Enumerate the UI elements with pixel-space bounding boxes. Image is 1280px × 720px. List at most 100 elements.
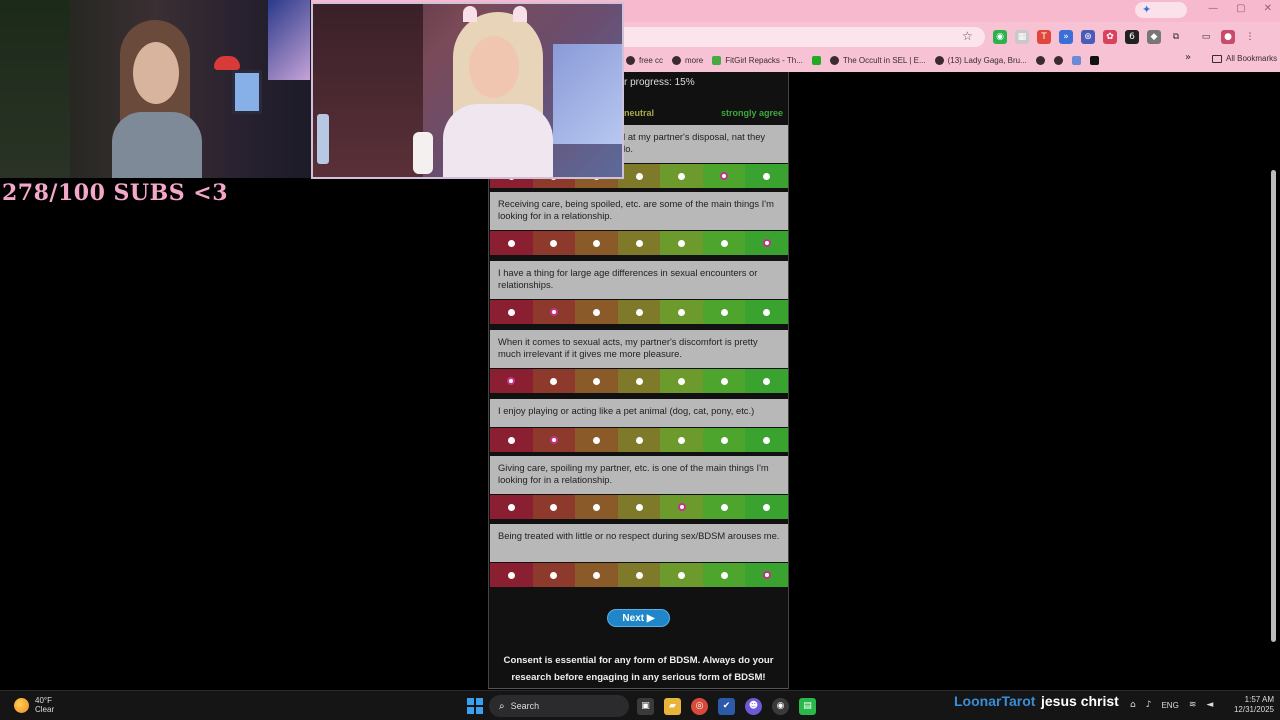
answer-option[interactable] [532,231,576,255]
answer-option[interactable] [745,428,788,452]
extension-icon[interactable]: » [1059,30,1073,44]
answer-option[interactable] [702,495,746,519]
volume-icon[interactable]: ◄ [1206,700,1213,710]
answer-option[interactable] [660,563,703,587]
bookmark-item[interactable] [1089,55,1099,65]
answer-option[interactable] [575,231,618,255]
page-scrollbar[interactable] [1271,170,1276,642]
bookmark-item[interactable]: more [672,55,703,65]
bookmark-item[interactable]: The Occult in SEL | E... [829,55,926,65]
answer-option[interactable] [660,428,703,452]
answer-option[interactable] [617,495,661,519]
bookmark-item[interactable] [1071,55,1081,65]
answer-option[interactable] [532,369,576,393]
answer-option[interactable] [617,231,661,255]
answer-option[interactable] [617,300,661,324]
extension-icon[interactable]: ◉ [993,30,1007,44]
radio-icon [507,436,515,444]
answer-option[interactable] [532,300,576,324]
obs-icon[interactable]: ◉ [772,698,789,715]
answer-option[interactable] [490,231,533,255]
wifi-icon[interactable]: ≋ [1189,700,1197,710]
answer-option[interactable] [660,369,703,393]
answer-option[interactable] [490,428,533,452]
answer-option[interactable] [532,495,576,519]
answer-option[interactable] [490,369,533,393]
taskbar-clock[interactable]: 1:57 AM 12/31/2025 [1230,695,1274,715]
answer-option[interactable] [617,428,661,452]
answer-option[interactable] [745,231,788,255]
puzzle-icon[interactable]: ⧉ [1169,30,1183,44]
all-bookmarks-button[interactable]: All Bookmarks [1212,54,1277,63]
maximize-button[interactable]: ▢ [1236,3,1245,14]
menu-icon[interactable]: ⋮ [1243,30,1257,44]
answer-option[interactable] [617,369,661,393]
next-button[interactable]: Next ▶ [607,609,670,627]
globe-icon [1053,55,1063,65]
file-explorer-icon[interactable]: ▰ [664,698,681,715]
windows-start-icon[interactable] [467,698,483,714]
radio-icon [550,377,558,385]
answer-option[interactable] [745,495,788,519]
weather-widget[interactable]: 40°F Clear [14,696,54,714]
answer-option[interactable] [617,563,661,587]
answer-option[interactable] [660,231,703,255]
extension-icon[interactable]: T [1037,30,1051,44]
answer-option[interactable] [490,300,533,324]
answer-option[interactable] [532,428,576,452]
radio-icon [550,503,558,511]
answer-option[interactable] [702,563,746,587]
taskbar-search[interactable]: ⌕ Search [489,695,629,717]
bookmark-star-icon[interactable]: ☆ [962,29,973,43]
answer-option[interactable] [617,164,661,188]
answer-option[interactable] [490,563,533,587]
steam-icon[interactable]: ✔ [718,698,735,715]
answer-option[interactable] [745,164,788,188]
answer-option[interactable] [575,300,618,324]
bookmark-item[interactable]: FitGirl Repacks - Th... [712,55,803,65]
extension-icon[interactable]: ◆ [1147,30,1161,44]
answer-option[interactable] [575,563,618,587]
answer-option[interactable] [745,300,788,324]
close-button[interactable]: ✕ [1264,3,1272,14]
extension-icon[interactable]: ✿ [1103,30,1117,44]
answer-option[interactable] [660,495,703,519]
sidepanel-icon[interactable]: ▭ [1199,30,1213,44]
microphone-icon[interactable]: ♪ [1146,700,1152,710]
answer-option[interactable] [702,300,746,324]
extension-icon[interactable]: ⊛ [1081,30,1095,44]
question-block: When it comes to sexual acts, my partner… [490,330,788,393]
language-indicator[interactable]: ENG [1161,701,1178,710]
chrome-icon[interactable]: ◎ [691,698,708,715]
answer-option[interactable] [702,428,746,452]
extension-icon[interactable]: ▦ [1015,30,1029,44]
bookmark-item[interactable]: (13) Lady Gaga, Bru... [934,55,1027,65]
answer-option[interactable] [532,563,576,587]
answer-option[interactable] [490,495,533,519]
profile-avatar-icon[interactable]: ● [1221,30,1235,44]
discord-icon[interactable]: ☻ [745,698,762,715]
answer-option[interactable] [745,369,788,393]
bookmark-item[interactable]: free cc [626,55,663,65]
answer-option[interactable] [660,164,703,188]
desktop: ✦ — ▢ ✕ ☆ ◉ ▦ T » ⊛ ✿ 6 ◆ ⧉ ▭ ● ⋮ free c… [0,0,1280,720]
sparkle-icon[interactable]: ✦ [1135,2,1187,18]
question-block: I enjoy playing or acting like a pet ani… [490,399,788,452]
network-activity-icon[interactable]: ⌂ [1130,700,1136,710]
answer-option[interactable] [702,369,746,393]
answer-option[interactable] [745,563,788,587]
answer-option[interactable] [702,164,746,188]
extension-icon[interactable]: 6 [1125,30,1139,44]
bookmark-item[interactable] [1053,55,1063,65]
app-icon[interactable]: ▤ [799,698,816,715]
task-view-icon[interactable]: ▣ [637,698,654,715]
answer-option[interactable] [702,231,746,255]
answer-option[interactable] [575,428,618,452]
minimize-button[interactable]: — [1208,3,1218,14]
answer-option[interactable] [575,495,618,519]
bookmark-item[interactable] [811,55,821,65]
bookmark-item[interactable] [1035,55,1045,65]
bookmarks-overflow-button[interactable]: » [1185,52,1191,63]
answer-option[interactable] [575,369,618,393]
answer-option[interactable] [660,300,703,324]
